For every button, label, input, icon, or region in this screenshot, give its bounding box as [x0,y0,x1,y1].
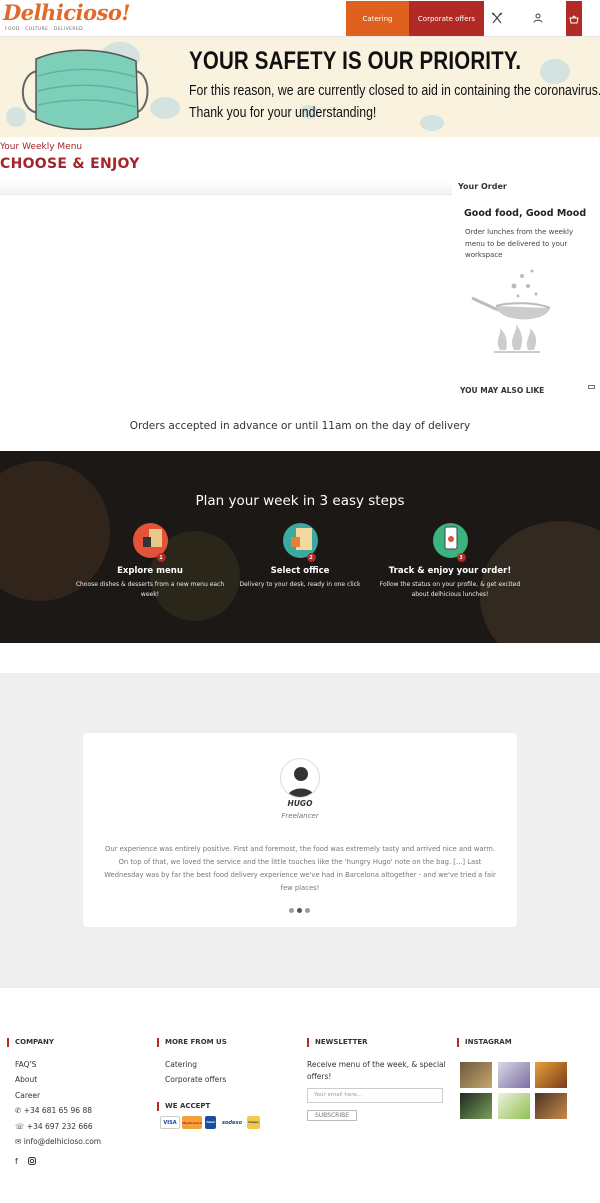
facebook-icon[interactable]: f [15,1157,18,1166]
footer-link-about[interactable]: About [15,1075,37,1084]
cheque-logo: Cheque [247,1116,260,1129]
carousel-dot[interactable] [297,908,302,913]
cutlery-icon[interactable] [489,10,505,26]
sodexo-logo: sodexo [221,1119,243,1126]
testimonial-section: HUGO Freelancer Our experience was entir… [0,673,600,988]
frying-pan-icon [470,268,554,360]
menu-day-bar [0,181,452,195]
footer-email[interactable]: ✉ info@delhicioso.com [15,1137,101,1146]
step-title: Select office [270,566,330,576]
user-icon[interactable] [530,10,546,26]
order-panel: Your Order Good food, Good Mood Order lu… [452,175,600,400]
instagram-thumbnail[interactable] [535,1062,567,1088]
avatar [280,758,320,798]
envelope-icon: ✉ [15,1137,22,1146]
instagram-thumbnail[interactable] [460,1093,492,1119]
instagram-thumbnail[interactable] [498,1093,530,1119]
footer-company-heading: COMPANY [7,1038,54,1047]
email-address: info@delhicioso.com [23,1137,102,1146]
step-number: 3 [456,553,466,562]
footer-link-faqs[interactable]: FAQ'S [15,1060,36,1069]
instagram-thumbnail[interactable] [460,1062,492,1088]
instagram-thumbnail[interactable] [535,1093,567,1119]
paint-splash [420,115,444,131]
step-title: Explore menu [117,566,183,576]
banner-line-2: Thank you for your understanding! [189,104,377,121]
mastercard-logo: MasterCard [182,1116,202,1129]
step-description: Choose dishes & desserts from a new menu… [75,581,225,598]
footer-link-catering[interactable]: Catering [165,1060,197,1069]
whatsapp-icon: ☏ [15,1122,25,1131]
ticket-logo: Ticket [205,1116,216,1129]
instagram-icon[interactable] [28,1157,36,1167]
explore-menu-icon: 1 [132,523,168,562]
collapse-icon[interactable] [588,385,595,389]
track-order-icon: 3 [432,523,468,562]
weekly-menu-subtitle: Your Weekly Menu [0,142,83,152]
face-mask-icon [14,41,154,137]
step-explore-menu: 1 Explore menu Choose dishes & desserts … [75,523,225,600]
step-number: 1 [156,553,166,562]
weekly-menu-title: CHOOSE & ENJOY [0,156,140,172]
visa-logo: VISA [160,1116,180,1129]
logo[interactable]: Delhicioso! FOOD · CULTURE · DELIVERED [3,0,131,36]
select-office-icon: 2 [282,523,318,562]
logo-tagline: FOOD · CULTURE · DELIVERED [5,27,83,32]
site-footer: COMPANY FAQ'S About Career ✆ +34 681 65 … [0,1018,600,1203]
nav-corporate-offers-button[interactable]: Corporate offers [409,1,484,36]
footer-link-career[interactable]: Career [15,1091,40,1100]
paint-splash [150,97,180,119]
logo-text: Delhicioso! [3,0,131,25]
footer-instagram-heading: INSTAGRAM [457,1038,512,1047]
subscribe-button[interactable]: SUBSCRIBE [307,1110,357,1121]
footer-link-corporate-offers[interactable]: Corporate offers [165,1075,226,1084]
safety-banner: YOUR SAFETY IS OUR PRIORITY. For this re… [0,37,600,137]
step-track-order: 3 Track & enjoy your order! Follow the s… [375,523,525,600]
footer-phone-2[interactable]: ☏ +34 697 232 666 [15,1122,93,1131]
banner-title: YOUR SAFETY IS OUR PRIORITY. [189,47,522,75]
phone-number: +34 697 232 666 [26,1122,93,1131]
nav-catering-button[interactable]: Catering [346,1,409,36]
newsletter-email-input[interactable]: Your email here... [307,1088,443,1103]
site-header: Delhicioso! FOOD · CULTURE · DELIVERED C… [0,0,600,37]
cart-button[interactable] [566,1,582,36]
steps-title: Plan your week in 3 easy steps [195,493,405,509]
basket-icon [569,9,579,28]
step-description: Delivery to your desk, ready in one clic… [239,581,361,588]
order-title: Good food, Good Mood [464,208,587,219]
step-select-office: 2 Select office Delivery to your desk, r… [225,523,375,590]
how-it-works-section: Plan your week in 3 easy steps 1 Explore… [0,451,600,643]
you-may-also-like-heading: YOU MAY ALSO LIKE [460,386,545,395]
step-number: 2 [306,553,316,562]
testimonial-role: Freelancer [281,812,319,820]
step-description: Follow the status on your profile, & get… [379,581,521,598]
step-title: Track & enjoy your order! [388,566,512,576]
order-heading: Your Order [458,182,507,191]
footer-we-accept-heading: WE ACCEPT [157,1102,210,1111]
paint-splash [540,59,570,84]
footer-phone-1[interactable]: ✆ +34 681 65 96 88 [15,1106,92,1115]
instagram-thumbnail[interactable] [498,1062,530,1088]
footer-more-heading: MORE FROM US [157,1038,227,1047]
banner-line-1: For this reason, we are currently closed… [189,82,600,99]
carousel-dots [289,908,313,914]
phone-icon: ✆ [15,1106,22,1115]
carousel-dot[interactable] [289,908,294,913]
testimonial-author: HUGO [287,799,313,808]
advance-order-note: Orders accepted in advance or until 11am… [129,420,471,432]
testimonial-card: HUGO Freelancer Our experience was entir… [83,733,517,927]
carousel-dot[interactable] [305,908,310,913]
phone-number: +34 681 65 96 88 [23,1106,92,1115]
footer-newsletter-heading: NEWSLETTER [307,1038,368,1047]
order-description: Order lunches from the weekly menu to be… [465,228,574,259]
newsletter-text: Receive menu of the week, & special offe… [307,1060,446,1081]
testimonial-text: Our experience was entirely positive. Fi… [104,845,496,892]
